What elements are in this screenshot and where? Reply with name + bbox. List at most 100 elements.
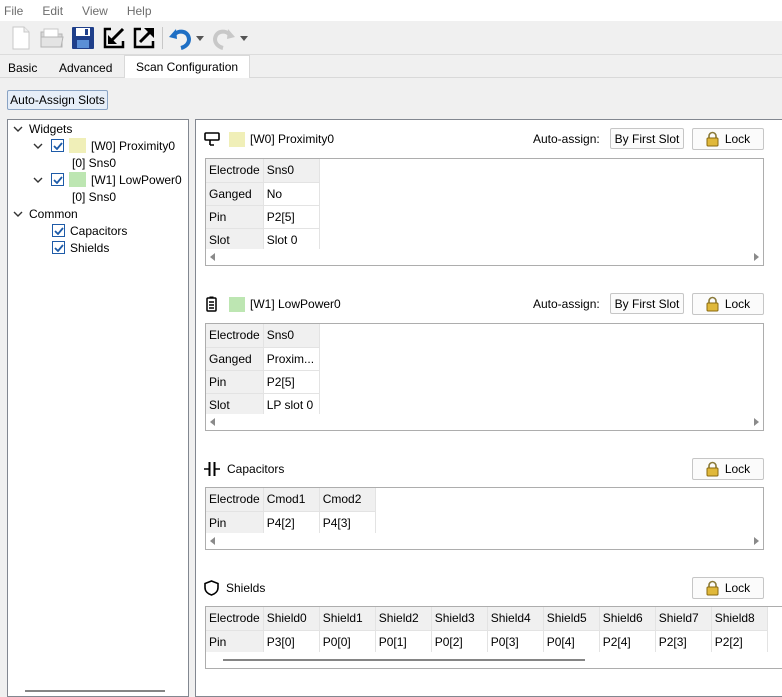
battery-icon: [204, 296, 221, 312]
menu-file[interactable]: File: [4, 4, 23, 18]
tree-item-w0-sensor[interactable]: [0] Sns0: [72, 154, 116, 171]
shields-horizontal-scrollbar[interactable]: [206, 652, 782, 668]
tree-item-common[interactable]: Common: [11, 205, 78, 222]
open-folder-icon[interactable]: [39, 25, 65, 51]
row-header: Slot: [206, 393, 264, 417]
table-cell[interactable]: Shield0: [263, 607, 320, 631]
shields-checkbox[interactable]: [52, 241, 65, 254]
tree-item-capacitors[interactable]: Capacitors: [52, 222, 127, 239]
shields-lock-button[interactable]: Lock: [692, 577, 764, 599]
row-header: Electrode: [206, 607, 264, 631]
lock-icon: [706, 131, 719, 147]
scroll-left-icon[interactable]: [210, 253, 215, 261]
table-row: Slot LP slot 0: [206, 393, 320, 417]
w0-checkbox[interactable]: [51, 139, 64, 152]
menu-edit[interactable]: Edit: [42, 4, 63, 18]
save-icon[interactable]: [70, 25, 96, 51]
shields-section-title: Shields: [226, 581, 266, 595]
undo-icon[interactable]: [167, 25, 193, 51]
table-cell[interactable]: P4[3]: [319, 511, 376, 535]
scroll-right-icon[interactable]: [754, 253, 759, 261]
table-cell[interactable]: P2[4]: [599, 630, 656, 654]
tree-item-w1[interactable]: [W1] LowPower0: [31, 171, 182, 188]
table-cell[interactable]: P4[2]: [263, 511, 320, 535]
table-cell[interactable]: Cmod2: [319, 488, 376, 512]
auto-assign-slots-button[interactable]: Auto-Assign Slots: [7, 90, 108, 110]
capacitors-checkbox[interactable]: [52, 224, 65, 237]
redo-icon[interactable]: [211, 25, 237, 51]
table-cell[interactable]: P0[0]: [319, 630, 376, 654]
table-cell[interactable]: Shield2: [375, 607, 432, 631]
toolbar-separator: [162, 27, 163, 49]
lowpower-section-title: [W1] LowPower0: [250, 297, 341, 311]
tree-item-widgets[interactable]: Widgets: [11, 120, 72, 137]
capacitors-lock-button[interactable]: Lock: [692, 458, 764, 480]
lock-icon: [706, 461, 719, 477]
scroll-thumb[interactable]: [223, 659, 585, 661]
menu-help[interactable]: Help: [127, 4, 152, 18]
table-cell[interactable]: Cmod1: [263, 488, 320, 512]
table-cell[interactable]: No: [263, 182, 320, 206]
row-header: Slot: [206, 228, 264, 252]
table-cell[interactable]: P0[1]: [375, 630, 432, 654]
proximity-by-first-slot-button[interactable]: By First Slot: [610, 128, 684, 149]
table-cell[interactable]: P2[2]: [711, 630, 768, 654]
table-cell[interactable]: Shield6: [599, 607, 656, 631]
shields-section-header: Shields: [204, 577, 265, 599]
tab-advanced[interactable]: Advanced: [51, 58, 120, 79]
tree-item-shields[interactable]: Shields: [52, 239, 109, 256]
table-cell[interactable]: Shield3: [431, 607, 488, 631]
new-file-icon[interactable]: [8, 25, 34, 51]
tab-bar: Basic Advanced Scan Configuration: [0, 55, 782, 79]
toolbar: [0, 21, 782, 55]
table-cell[interactable]: P0[2]: [431, 630, 488, 654]
table-cell[interactable]: P0[4]: [543, 630, 600, 654]
table-cell[interactable]: P2[5]: [263, 370, 320, 394]
proximity-section-header: [W0] Proximity0: [204, 128, 334, 150]
tab-scan-configuration[interactable]: Scan Configuration: [124, 55, 250, 79]
table-cell[interactable]: Shield7: [655, 607, 712, 631]
table-cell[interactable]: LP slot 0: [263, 393, 320, 417]
table-cell[interactable]: Shield8: [711, 607, 768, 631]
tree-item-w1-sensor[interactable]: [0] Sns0: [72, 188, 116, 205]
table-cell[interactable]: Proxim...: [263, 347, 320, 371]
tree-horizontal-scrollbar[interactable]: [25, 690, 165, 692]
table-cell[interactable]: P3[0]: [263, 630, 320, 654]
capacitors-horizontal-scrollbar[interactable]: [206, 533, 763, 549]
chevron-down-icon[interactable]: [11, 209, 25, 219]
proximity-horizontal-scrollbar[interactable]: [206, 249, 763, 265]
menu-bar: File Edit View Help: [0, 0, 782, 21]
table-cell[interactable]: P2[5]: [263, 205, 320, 229]
chevron-down-icon[interactable]: [11, 124, 25, 134]
tab-basic[interactable]: Basic: [0, 58, 45, 79]
tree-item-w0[interactable]: [W0] Proximity0: [31, 137, 175, 154]
scroll-right-icon[interactable]: [754, 537, 759, 545]
table-cell[interactable]: Slot 0: [263, 228, 320, 252]
scroll-left-icon[interactable]: [210, 537, 215, 545]
export-icon[interactable]: [131, 25, 157, 51]
scroll-left-icon[interactable]: [210, 418, 215, 426]
table-cell[interactable]: Shield4: [487, 607, 544, 631]
proximity-lock-label: Lock: [724, 132, 751, 146]
tree-label-widgets: Widgets: [29, 121, 73, 136]
redo-dropdown-icon[interactable]: [238, 25, 250, 51]
w1-checkbox[interactable]: [51, 173, 64, 186]
lowpower-lock-button[interactable]: Lock: [692, 293, 764, 315]
tree-label-w1: [W1] LowPower0: [91, 172, 182, 187]
table-cell[interactable]: Sns0: [263, 159, 320, 183]
table-cell[interactable]: Shield5: [543, 607, 600, 631]
proximity-lock-button[interactable]: Lock: [692, 128, 764, 150]
import-icon[interactable]: [101, 25, 127, 51]
lowpower-horizontal-scrollbar[interactable]: [206, 414, 763, 430]
table-cell[interactable]: P2[3]: [655, 630, 712, 654]
table-cell[interactable]: Shield1: [319, 607, 376, 631]
menu-view[interactable]: View: [82, 4, 108, 18]
lowpower-by-first-slot-button[interactable]: By First Slot: [610, 293, 684, 314]
scroll-right-icon[interactable]: [754, 418, 759, 426]
chevron-down-icon[interactable]: [31, 175, 45, 185]
chevron-down-icon[interactable]: [31, 141, 45, 151]
undo-dropdown-icon[interactable]: [194, 25, 206, 51]
w0-color-swatch: [69, 138, 86, 153]
table-cell[interactable]: P0[3]: [487, 630, 544, 654]
table-cell[interactable]: Sns0: [263, 324, 320, 348]
